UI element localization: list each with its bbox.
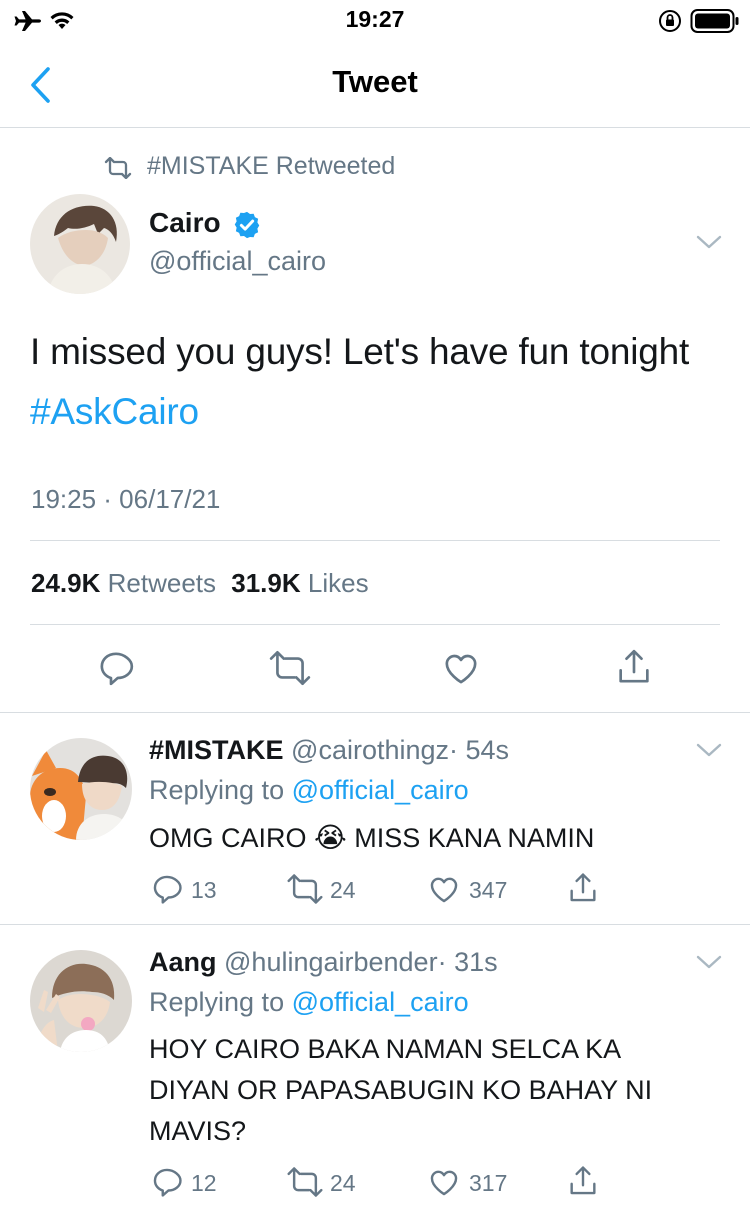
share-icon[interactable]: [566, 870, 600, 906]
reply-header: #MISTAKE @cairothingz· 54s: [149, 735, 509, 766]
reply-text-line: HOY CAIRO BAKA NAMAN SELCA KA: [149, 1034, 622, 1064]
reply-time: · 31s: [437, 947, 498, 977]
reply-time: · 54s: [449, 735, 510, 765]
replying-to: Replying to @official_cairo: [149, 987, 469, 1018]
heart-icon[interactable]: [440, 648, 482, 688]
author-name[interactable]: Cairo: [149, 207, 221, 239]
heart-icon[interactable]: [427, 1165, 461, 1199]
divider: [30, 624, 720, 625]
avatar[interactable]: [30, 194, 130, 294]
tweet-stats: 24.9K Retweets 31.9K Likes: [31, 568, 369, 599]
divider: [30, 540, 720, 541]
status-time: 19:27: [345, 6, 405, 32]
battery-icon: [690, 9, 739, 33]
reply-text: OMG CAIRO 😭 MISS KANA NAMIN: [149, 817, 709, 859]
share-icon[interactable]: [614, 646, 654, 688]
retweet-icon: [104, 157, 132, 179]
tweet-text: I missed you guys! Let's have fun tonigh…: [30, 322, 720, 442]
reply-text-part: OMG CAIRO: [149, 823, 307, 853]
reply-author-handle[interactable]: @cairothingz: [291, 735, 449, 765]
tweet-body: I missed you guys! Let's have fun tonigh…: [30, 331, 690, 372]
header-divider: [0, 127, 750, 128]
like-count: 347: [469, 877, 508, 903]
retweet-icon[interactable]: [286, 874, 324, 904]
retweet-count: 24: [330, 877, 356, 903]
reply-author-name[interactable]: Aang: [149, 947, 217, 977]
reply-icon[interactable]: [150, 1165, 184, 1199]
reply-count: 13: [191, 877, 217, 903]
replying-to-label: Replying to: [149, 987, 285, 1017]
heart-icon[interactable]: [427, 872, 461, 906]
replying-to-label: Replying to: [149, 775, 285, 805]
avatar[interactable]: [30, 950, 132, 1052]
reply-text-line: MAVIS?: [149, 1116, 247, 1146]
retweet-icon[interactable]: [286, 1167, 324, 1197]
hashtag-link[interactable]: #AskCairo: [30, 391, 199, 432]
likes-count[interactable]: 31.9K: [231, 568, 300, 598]
tweet-timestamp: 19:25 · 06/17/21: [31, 484, 221, 514]
divider: [0, 712, 750, 713]
reply-text-line: DIYAN OR PAPASABUGIN KO BAHAY NI: [149, 1075, 653, 1105]
replying-to-link[interactable]: @official_cairo: [292, 775, 469, 805]
like-count: 317: [469, 1170, 508, 1196]
reply-text: HOY CAIRO BAKA NAMAN SELCA KA DIYAN OR P…: [149, 1029, 729, 1152]
chevron-down-icon[interactable]: [696, 954, 722, 970]
verified-badge-icon: [234, 211, 260, 239]
retweets-count[interactable]: 24.9K: [31, 568, 100, 598]
reply-count: 12: [191, 1170, 217, 1196]
page-title: Tweet: [332, 64, 418, 99]
divider: [0, 924, 750, 925]
likes-label[interactable]: Likes: [308, 568, 369, 598]
retweet-icon[interactable]: [268, 650, 312, 686]
replying-to: Replying to @official_cairo: [149, 775, 469, 806]
chevron-down-icon[interactable]: [696, 742, 722, 758]
author-handle[interactable]: @official_cairo: [149, 246, 326, 277]
orientation-lock-icon: [659, 10, 681, 32]
reply-header: Aang @hulingairbender· 31s: [149, 947, 498, 978]
retweet-count: 24: [330, 1170, 356, 1196]
replying-to-link[interactable]: @official_cairo: [292, 987, 469, 1017]
reply-icon[interactable]: [96, 648, 136, 688]
retweets-label[interactable]: Retweets: [108, 568, 216, 598]
share-icon[interactable]: [566, 1163, 600, 1199]
reply-author-name[interactable]: #MISTAKE: [149, 735, 284, 765]
emoji: 😭: [314, 822, 347, 853]
reply-text-part: MISS KANA NAMIN: [354, 823, 595, 853]
chevron-down-icon[interactable]: [696, 234, 722, 250]
retweet-banner[interactable]: #MISTAKE Retweeted: [147, 152, 395, 181]
reply-icon[interactable]: [150, 872, 184, 906]
reply-author-handle[interactable]: @hulingairbender: [224, 947, 438, 977]
avatar[interactable]: [30, 738, 132, 840]
